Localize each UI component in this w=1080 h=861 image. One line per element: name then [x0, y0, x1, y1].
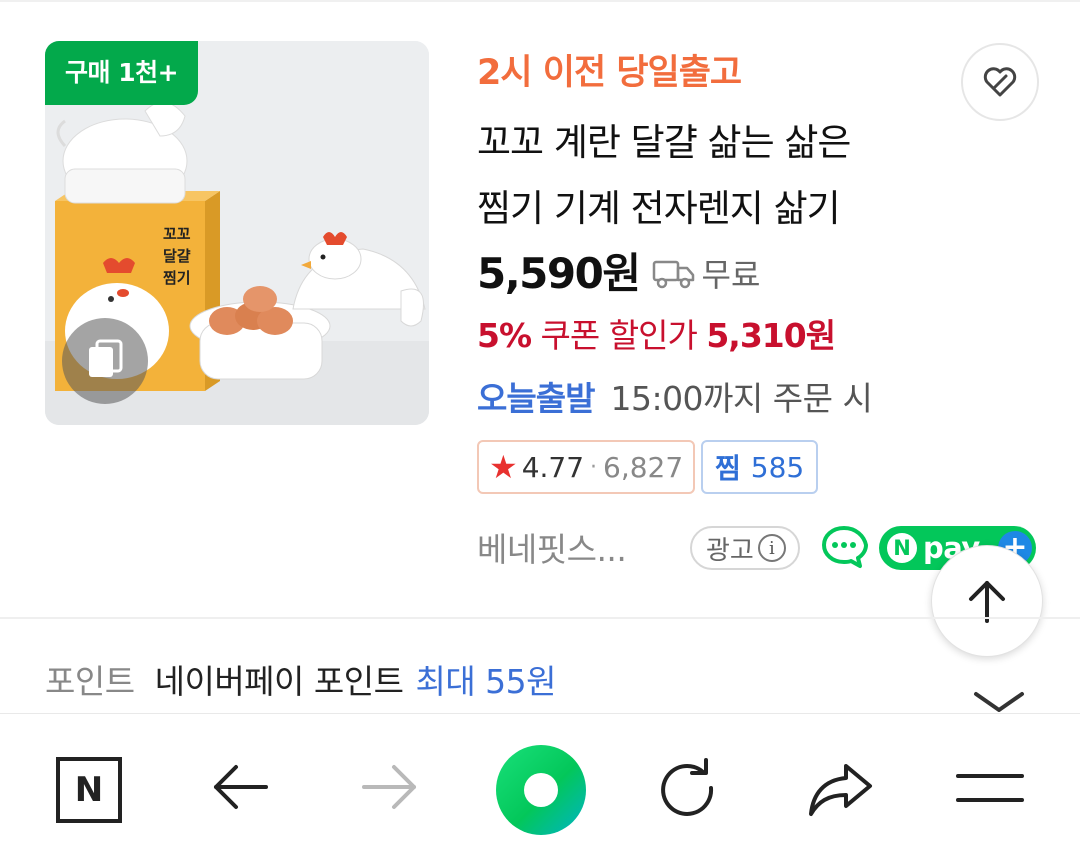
shipping-fee: 무료	[701, 255, 761, 294]
coupon-label: 쿠폰 할인가	[540, 316, 698, 355]
point-row: 포인트 네이버페이 포인트 최대 55원	[45, 655, 557, 703]
zzim-count: 585	[750, 450, 805, 484]
menu-icon	[956, 774, 1024, 802]
point-label: 포인트	[45, 662, 135, 701]
talk-icon[interactable]	[820, 524, 868, 570]
back-button[interactable]	[210, 762, 270, 812]
menu-button[interactable]	[956, 770, 1024, 806]
rating-badge[interactable]: ★ 4.77 · 6,827	[477, 440, 696, 494]
today-shipping-desc: 15:00까지 주문 시	[610, 379, 873, 418]
scroll-to-top-button[interactable]	[931, 545, 1043, 657]
svg-text:달걀: 달걀	[163, 247, 191, 265]
today-shipping-row: 오늘출발 15:00까지 주문 시	[477, 372, 873, 420]
seller-name[interactable]: 베네핏스...	[477, 523, 627, 571]
truck-icon	[652, 260, 694, 288]
share-button[interactable]	[806, 760, 876, 820]
section-divider	[0, 617, 1080, 619]
reload-button[interactable]	[656, 758, 722, 822]
ad-badge[interactable]: 광고 i	[690, 526, 800, 570]
favorite-button[interactable]	[961, 43, 1039, 121]
green-dot-button[interactable]	[496, 745, 586, 835]
same-day-shipping-label: 2시 이전 당일출고	[477, 53, 742, 93]
info-icon: i	[757, 534, 786, 562]
point-max: 최대 55원	[415, 662, 557, 701]
chevron-down-icon[interactable]	[972, 690, 1026, 712]
svg-text:꼬꼬: 꼬꼬	[163, 225, 191, 243]
reload-icon	[661, 758, 714, 816]
ad-label: 광고	[706, 535, 754, 566]
product-price: 5,590원	[477, 249, 641, 298]
npay-n-icon: N	[887, 533, 917, 563]
buy-count-badge: 구매 1천+	[45, 41, 199, 105]
back-arrow-icon	[214, 765, 268, 809]
share-icon	[809, 764, 872, 816]
point-name: 네이버페이 포인트	[154, 662, 404, 701]
forward-arrow-icon	[362, 765, 416, 809]
rating-score: 4.77	[521, 450, 585, 484]
today-shipping-badge: 오늘출발	[477, 379, 595, 418]
product-title[interactable]: 꼬꼬 계란 달걀 삶는 삶은 찜기 기계 전자렌지 삶기	[477, 110, 957, 242]
forward-button[interactable]	[360, 762, 420, 812]
heart-link-icon	[983, 67, 1017, 97]
browser-bottom-bar: N	[0, 713, 1080, 861]
review-count: 6,827	[603, 450, 684, 484]
zzim-badge[interactable]: 찜 585	[701, 440, 819, 494]
coupon-price: 5,310원	[706, 316, 836, 355]
product-title-line-2[interactable]: 찜기 기계 전자렌지 삶기	[477, 176, 957, 242]
copy-icon	[89, 339, 123, 377]
coupon-percent: 5%	[477, 316, 532, 355]
star-icon: ★	[489, 448, 518, 486]
zzim-label: 찜	[715, 452, 741, 485]
green-dot-inner	[524, 773, 558, 807]
product-title-line-1[interactable]: 꼬꼬 계란 달걀 삶는 삶은	[477, 110, 957, 176]
top-divider	[0, 0, 1080, 2]
price-row: 5,590원 무료	[477, 240, 760, 301]
svg-text:찜기: 찜기	[163, 269, 191, 287]
copy-button[interactable]	[62, 318, 148, 404]
coupon-price-row: 5% 쿠폰 할인가 5,310원	[477, 309, 836, 357]
rating-separator: ·	[590, 454, 598, 480]
naver-home-button[interactable]: N	[56, 757, 122, 823]
